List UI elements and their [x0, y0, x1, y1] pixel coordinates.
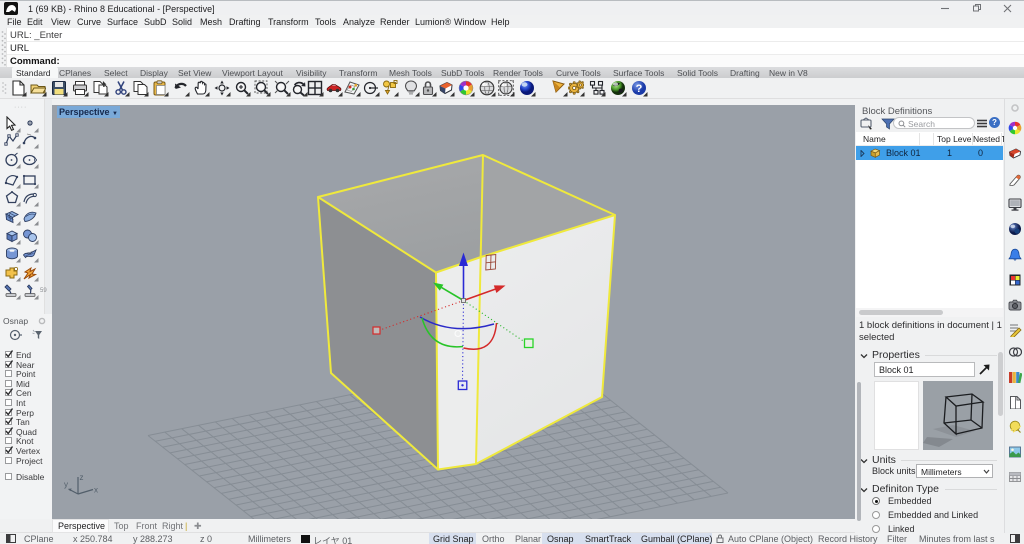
svg-text:x: x [94, 486, 98, 495]
svg-text:?: ? [636, 83, 643, 95]
svg-text:y: y [64, 480, 68, 489]
svg-text:z: z [80, 473, 84, 482]
